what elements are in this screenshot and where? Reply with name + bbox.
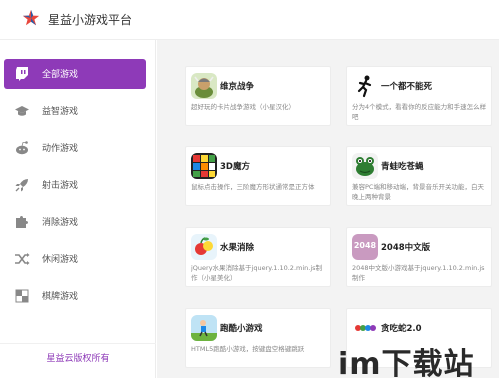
sidebar-item-label: 棋牌游戏 [42,292,79,302]
sidebar-item-board-games[interactable]: 棋牌游戏 [4,281,146,311]
parkour-icon [191,315,217,341]
twitch-icon [16,67,28,81]
sidebar-item-label: 全部游戏 [42,70,79,80]
game-title: 维京战争 [220,82,255,92]
game-description: 分为4个模式，看看你的反应能力和手速怎么样吧 [352,103,487,121]
sidebar-item-shooting-games[interactable]: 射击游戏 [4,170,146,200]
sidebar-item-action-games[interactable]: 动作游戏 [4,133,146,163]
star-logo-icon [22,9,40,26]
game-title: 水果消除 [220,243,255,253]
game-grid: 维京战争 超好玩的卡片战争游戏（小星汉化） 一个都不能死 分为4个模式，看看你的… [157,40,499,378]
site-watermark: im下载站 [338,337,499,378]
sidebar-item-label: 休闲游戏 [42,255,79,265]
sidebar-footer: 星益云版权所有 [0,343,156,378]
frog-icon [352,153,378,179]
game-title: 跑酷小游戏 [220,324,263,334]
game-description: 兼容PC端和移动端，背景音乐开关功能，白天晚上两种背景 [352,183,484,201]
game-title: 3D魔方 [220,162,250,172]
game-description: HTML5跑酷小游戏，按键盘空格键跳跃 [191,345,305,353]
sidebar: 全部游戏 益智游戏 动作游戏 射击游戏 消除游戏 休闲游戏 棋牌游戏 星益云版权… [0,40,156,378]
game-card-fruit-match[interactable]: 水果消除 jQuery水果消除基于jquery.1.10.2.min.js制作（… [185,227,331,287]
game-card-frog[interactable]: 青蛙吃苍蝇 兼容PC端和移动端，背景音乐开关功能，白天晚上两种背景 [346,146,492,206]
sidebar-item-label: 消除游戏 [42,218,79,228]
sidebar-item-match-games[interactable]: 消除游戏 [4,207,146,237]
game-title: 青蛙吃苍蝇 [381,162,424,172]
rocket-icon [15,179,28,192]
sidebar-item-puzzle-games[interactable]: 益智游戏 [4,96,146,126]
shuffle-icon [15,253,30,265]
sidebar-item-label: 动作游戏 [42,144,79,154]
game-description: 2048中文版小游戏基于jquery.1.10.2.min.js制作 [352,264,485,282]
game-card-parkour[interactable]: 跑酷小游戏 HTML5跑酷小游戏，按键盘空格键跳跃 [185,308,331,368]
copyright-text: 星益云版权所有 [46,354,110,364]
reddit-icon [16,141,28,155]
game-description: jQuery水果消除基于jquery.1.10.2.min.js制作（小星美化） [191,264,323,282]
sidebar-item-casual-games[interactable]: 休闲游戏 [4,244,146,274]
fruit-icon [191,234,217,260]
rubiks-cube-icon [191,153,217,179]
sidebar-item-label: 益智游戏 [42,107,79,117]
game-description: 超好玩的卡片战争游戏（小星汉化） [191,103,295,111]
runner-icon [352,73,378,99]
app-header: 星益小游戏平台 [0,0,499,40]
game-description: 鼠标点击操作，三阶魔方形状通常是正方体 [191,183,315,191]
sidebar-item-all-games[interactable]: 全部游戏 [4,59,146,89]
game-title: 贪吃蛇2.0 [381,324,422,334]
game-card-viking-war[interactable]: 维京战争 超好玩的卡片战争游戏（小星汉化） [185,66,331,126]
game-card-3d-cube[interactable]: 3D魔方 鼠标点击操作，三阶魔方形状通常是正方体 [185,146,331,206]
sidebar-item-label: 射击游戏 [42,181,79,191]
viking-icon [191,73,217,99]
2048-tile-icon: 2048 [352,234,378,260]
graduation-cap-icon [15,106,29,116]
checkerboard-icon [15,289,29,303]
game-card-none-can-die[interactable]: 一个都不能死 分为4个模式，看看你的反应能力和手速怎么样吧 [346,66,492,126]
2048-tile-text: 2048 [353,241,377,250]
puzzle-icon [16,216,28,228]
game-title: 2048中文版 [381,243,431,253]
watermark-text: im下载站 [338,347,475,378]
app-title: 星益小游戏平台 [48,13,133,27]
game-card-2048[interactable]: 2048 2048中文版 2048中文版小游戏基于jquery.1.10.2.m… [346,227,492,287]
game-title: 一个都不能死 [381,82,433,92]
